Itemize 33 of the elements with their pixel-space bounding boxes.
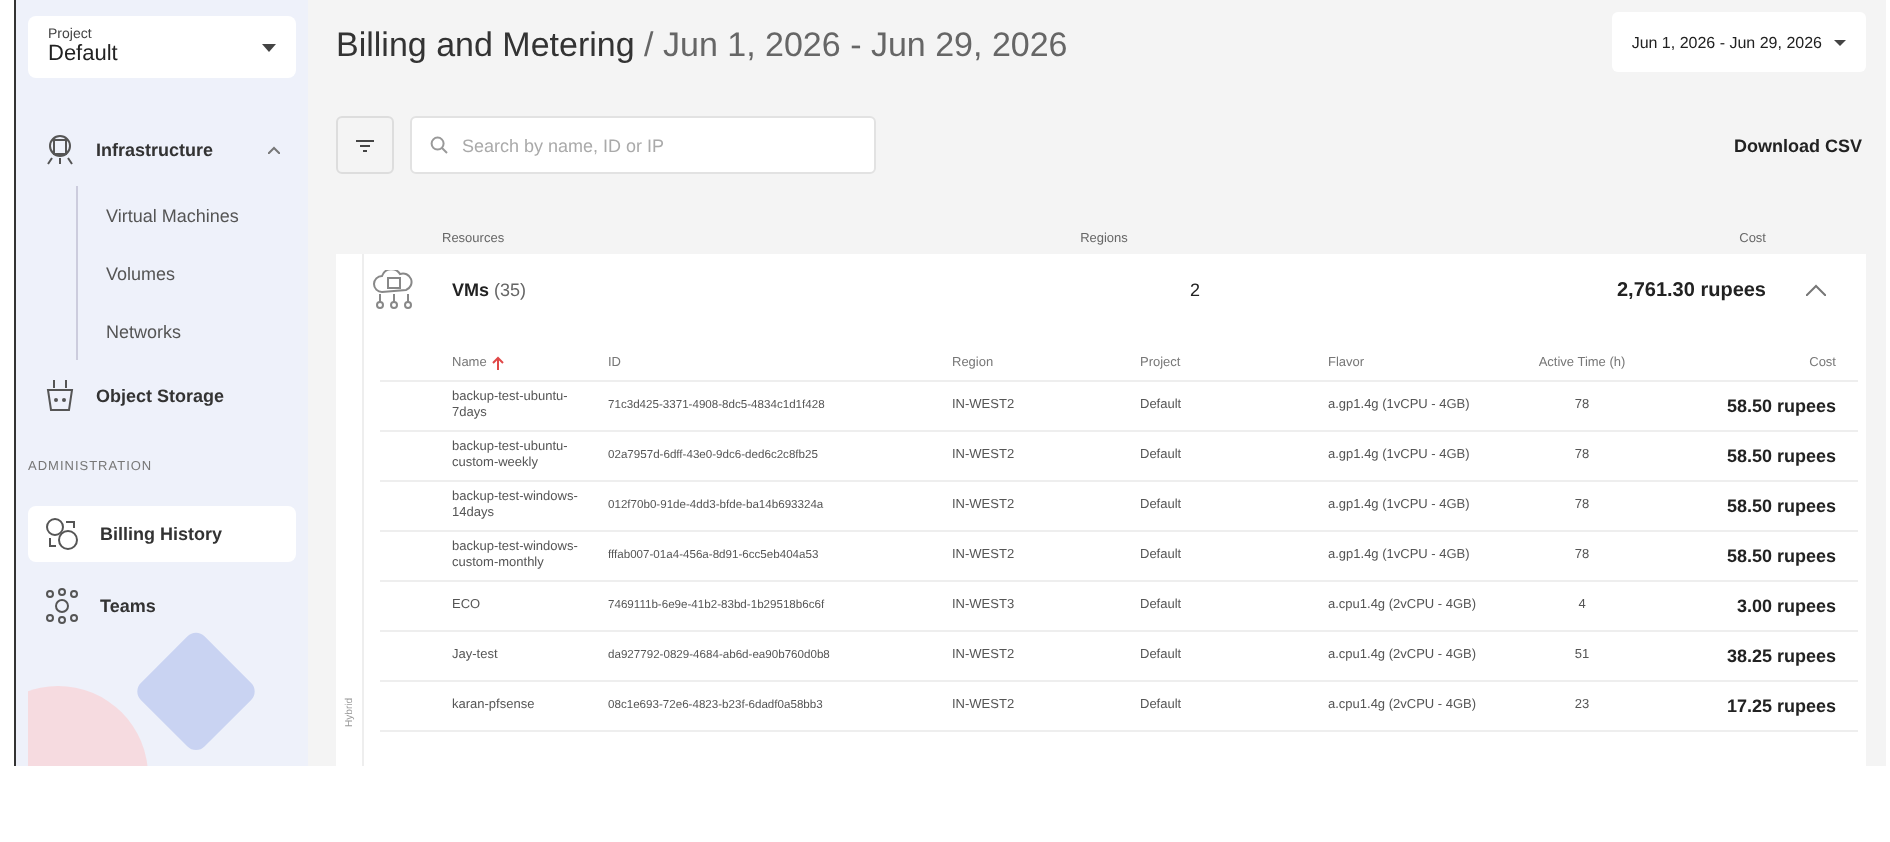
nav-item[interactable]: Billing History [28, 506, 296, 562]
nav-subitem[interactable]: Networks [106, 302, 296, 360]
nav-subitem[interactable]: Virtual Machines [106, 186, 296, 244]
table-cell-text: 17.25 rupees [1724, 695, 1838, 717]
download-csv-link[interactable]: Download CSV [1733, 135, 1862, 155]
chevron-up-icon [1806, 284, 1826, 296]
caret-down-icon [262, 43, 276, 51]
nav-item[interactable]: Infrastructure [28, 122, 296, 178]
server-icon [44, 134, 76, 166]
table-cell-text: 58.50 rupees [1724, 445, 1838, 467]
group-cost: 2,761.30 rupees [1615, 279, 1766, 301]
table-cell-text: 3.00 rupees [1734, 595, 1838, 617]
nav-item[interactable]: Object Storage [28, 368, 296, 424]
nav-item[interactable]: Teams [28, 578, 296, 634]
table-cell-text: 38.25 rupees [1724, 645, 1838, 667]
search-icon [430, 136, 448, 154]
bucket-icon [44, 378, 76, 414]
cloud-servers-icon [372, 270, 416, 310]
nav-subitem[interactable]: Volumes [106, 244, 296, 302]
sort-up-arrow-icon [492, 356, 505, 370]
table-cell-text: 58.50 rupees [1724, 395, 1838, 417]
date-range-dropdown[interactable]: Jun 1, 2026 - Jun 29, 2026 [1611, 12, 1866, 72]
page-title: Billing and Metering / Jun 1, 2026 - Jun 29, 2026 [336, 24, 1068, 66]
search-field[interactable]: Search by name, ID or IP [410, 116, 876, 174]
filter-icon [356, 139, 374, 151]
caret-down-icon [1834, 39, 1846, 45]
team-network-icon [44, 588, 80, 624]
select-value: Default [48, 42, 118, 66]
table-cell-text: 58.50 rupees [1724, 495, 1838, 517]
group-name: VMs (35) [452, 280, 529, 300]
table-cell-text: 58.50 rupees [1724, 545, 1838, 567]
group-regions: 2 [1190, 280, 1203, 300]
coins-icon [44, 516, 80, 552]
